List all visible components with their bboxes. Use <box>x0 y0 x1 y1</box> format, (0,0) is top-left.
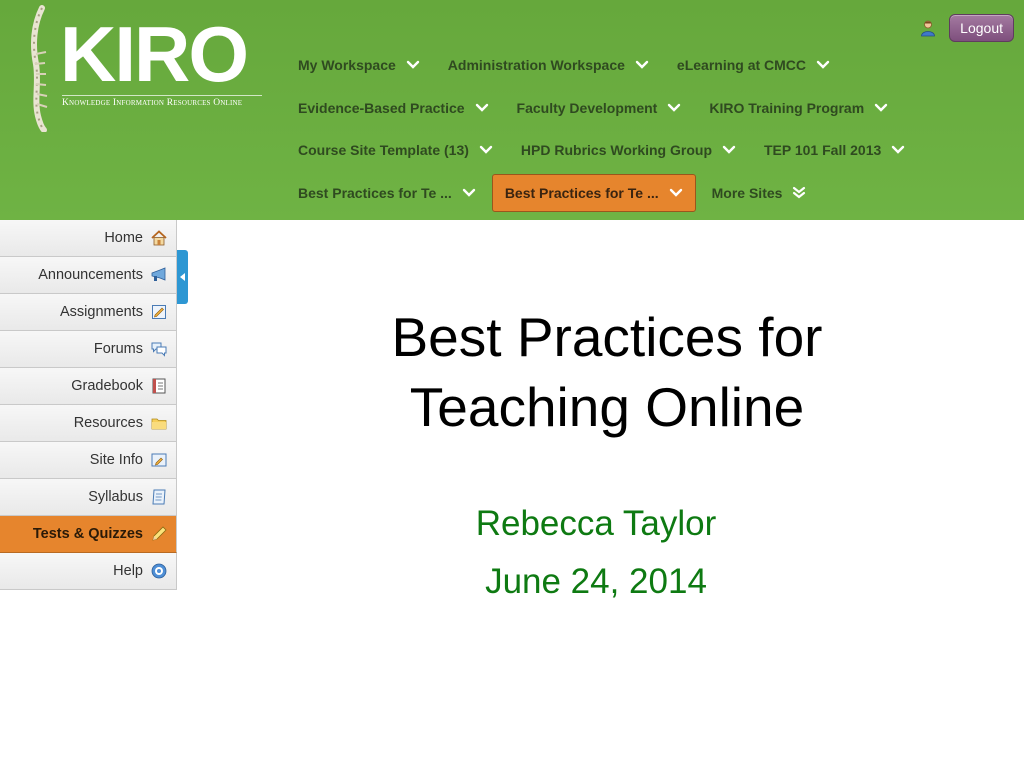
chevron-left-icon <box>179 273 185 281</box>
tool-syllabus[interactable]: Syllabus <box>0 479 177 516</box>
site-nav-row: Course Site Template (13) HPD Rubrics Wo… <box>286 129 1016 172</box>
site-tab-my-workspace[interactable]: My Workspace <box>286 46 432 84</box>
chevron-down-icon[interactable] <box>669 188 683 198</box>
tool-label: Resources <box>73 415 143 431</box>
title-line-1: Best Practices for <box>391 306 823 368</box>
site-tab-label: My Workspace <box>298 57 396 74</box>
chevron-down-icon[interactable] <box>667 103 681 113</box>
assignment-icon <box>152 305 166 319</box>
spine-logo-icon <box>31 5 48 132</box>
site-tab-course-site-template[interactable]: Course Site Template (13) <box>286 131 505 169</box>
forums-icon <box>151 342 167 357</box>
chevron-down-icon[interactable] <box>462 188 476 198</box>
double-chevron-down-icon[interactable] <box>792 186 806 200</box>
tool-label: Gradebook <box>71 378 143 394</box>
site-tab-best-practices-current[interactable]: Best Practices for Te ... <box>491 173 696 212</box>
site-tab-label: Course Site Template (13) <box>298 142 469 159</box>
gradebook-icon <box>152 378 166 394</box>
site-tab-tep-101-fall-2013[interactable]: TEP 101 Fall 2013 <box>752 131 917 169</box>
tool-label: Home <box>104 230 143 246</box>
tool-forums[interactable]: Forums <box>0 331 177 368</box>
syllabus-icon <box>152 489 166 505</box>
account-controls: Logout <box>919 13 1014 43</box>
tool-site-info[interactable]: Site Info <box>0 442 177 479</box>
tool-tests-quizzes[interactable]: Tests & Quizzes <box>0 516 177 553</box>
tool-help[interactable]: Help <box>0 553 177 590</box>
chevron-down-icon[interactable] <box>475 103 489 113</box>
tool-label: Forums <box>93 341 143 357</box>
tool-navigation: Home Announcements Assignments Forums Gr… <box>0 220 177 590</box>
pencil-icon <box>152 526 167 541</box>
kiro-logo[interactable]: KIRO Knowledge Information Resources Onl… <box>24 4 264 132</box>
site-tab-label: Evidence-Based Practice <box>298 99 465 116</box>
user-icon[interactable] <box>919 19 937 37</box>
tool-gradebook[interactable]: Gradebook <box>0 368 177 405</box>
logo-tagline: Knowledge Information Resources Online <box>62 95 262 108</box>
site-tab-label: Best Practices for Te ... <box>298 184 452 201</box>
site-tab-administration-workspace[interactable]: Administration Workspace <box>436 46 661 84</box>
chevron-down-icon[interactable] <box>874 103 888 113</box>
tool-assignments[interactable]: Assignments <box>0 294 177 331</box>
site-tab-best-practices-1[interactable]: Best Practices for Te ... <box>286 174 488 212</box>
site-tab-evidence-based-practice[interactable]: Evidence-Based Practice <box>286 89 501 127</box>
title-line-2: Teaching Online <box>409 376 805 438</box>
tool-label: Help <box>113 563 143 579</box>
site-tab-elearning-at-cmcc[interactable]: eLearning at CMCC <box>665 46 842 84</box>
chevron-down-icon[interactable] <box>406 60 420 70</box>
site-tab-kiro-training-program[interactable]: KIRO Training Program <box>697 89 900 127</box>
site-navigation: My Workspace Administration Workspace eL… <box>286 44 1016 214</box>
tool-label: Syllabus <box>88 489 143 505</box>
help-icon <box>151 563 167 579</box>
home-icon <box>151 230 167 246</box>
site-tab-label: Administration Workspace <box>447 57 625 74</box>
tool-label: Tests & Quizzes <box>32 526 143 542</box>
megaphone-icon <box>151 267 166 281</box>
site-tab-label: Best Practices for Te ... <box>504 184 659 201</box>
chevron-down-icon[interactable] <box>816 60 830 70</box>
logout-button[interactable]: Logout <box>949 14 1014 42</box>
site-header: KIRO Knowledge Information Resources Onl… <box>0 0 1024 220</box>
site-tab-label: More Sites <box>711 184 783 201</box>
tool-label: Announcements <box>38 267 143 283</box>
chevron-down-icon[interactable] <box>479 145 493 155</box>
presentation-date: June 24, 2014 <box>485 562 707 601</box>
site-tab-label: TEP 101 Fall 2013 <box>764 142 882 159</box>
collapse-tool-menu-button[interactable] <box>177 250 188 304</box>
folder-icon <box>151 418 167 430</box>
site-nav-row: Best Practices for Te ... Best Practices… <box>286 172 1016 215</box>
tool-announcements[interactable]: Announcements <box>0 257 177 294</box>
chevron-down-icon[interactable] <box>722 145 736 155</box>
tool-home[interactable]: Home <box>0 220 177 257</box>
site-tab-label: KIRO Training Program <box>709 99 865 116</box>
tool-label: Assignments <box>59 304 143 320</box>
site-nav-row: Evidence-Based Practice Faculty Developm… <box>286 87 1016 130</box>
site-tab-label: eLearning at CMCC <box>676 57 807 74</box>
site-nav-row: My Workspace Administration Workspace eL… <box>286 44 1016 87</box>
logo-wordmark: KIRO <box>60 10 249 98</box>
site-tab-more-sites[interactable]: More Sites <box>700 174 819 212</box>
page-title: Best Practices for Teaching Online <box>190 302 1024 442</box>
chevron-down-icon[interactable] <box>891 145 905 155</box>
site-info-icon <box>151 453 167 467</box>
site-tab-label: Faculty Development <box>516 99 658 116</box>
chevron-down-icon[interactable] <box>635 60 649 70</box>
site-tab-hpd-rubrics-working-group[interactable]: HPD Rubrics Working Group <box>509 131 748 169</box>
tool-label: Site Info <box>89 452 143 468</box>
presenter-name: Rebecca Taylor <box>475 504 717 543</box>
tool-resources[interactable]: Resources <box>0 405 177 442</box>
site-tab-label: HPD Rubrics Working Group <box>520 142 712 159</box>
site-tab-faculty-development[interactable]: Faculty Development <box>505 89 694 127</box>
